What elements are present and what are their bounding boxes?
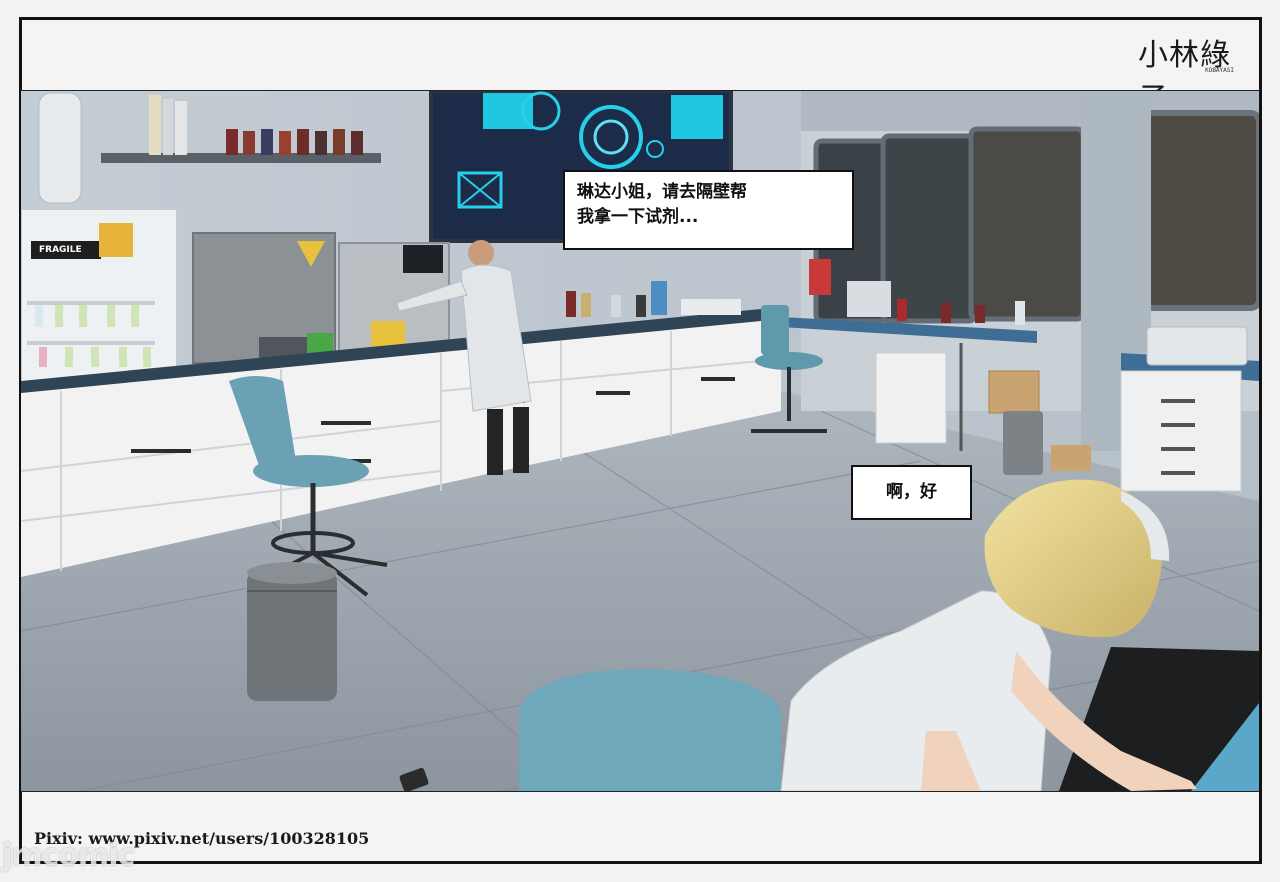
specimen-cabinet [21,208,178,390]
foreground-chair [519,669,781,791]
speech-bubble-scientist: 琳达小姐，请去隔壁帮 我拿一下试剂... [563,170,854,250]
speech-bubble-nurse: 啊，好 [851,465,972,520]
logo-subtext: KOBAYASI [1205,67,1234,74]
comic-panel: 琳达小姐，请去隔壁帮 我拿一下试剂... 啊，好 FRAGILE [21,90,1259,792]
vent-duct [38,92,82,204]
fragile-sign: FRAGILE [39,245,82,255]
artist-logo: 小林綠子 KOBAYASI [1138,30,1238,117]
site-watermark: jmcomic [2,838,135,873]
waste-bin [247,562,337,701]
